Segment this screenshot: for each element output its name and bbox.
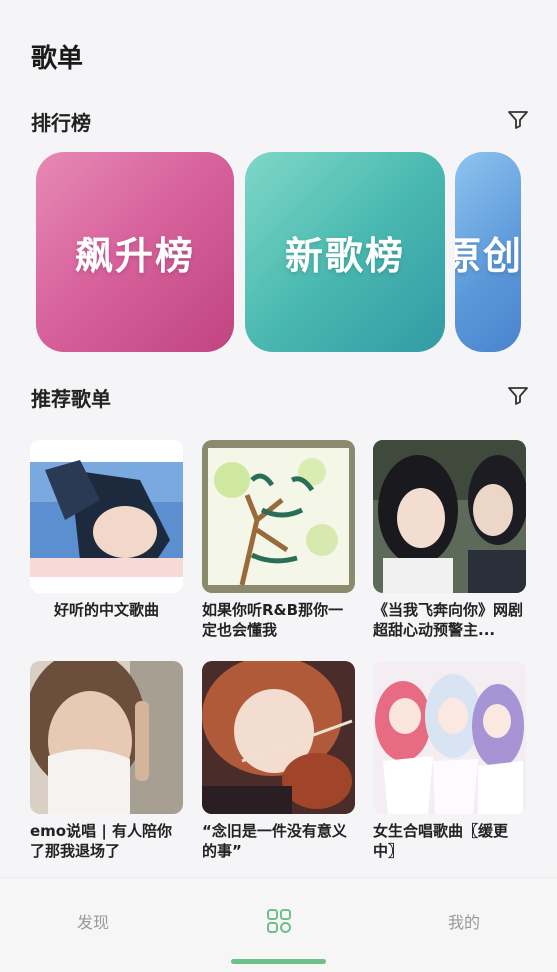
filter-icon: [508, 111, 528, 129]
tab-discover[interactable]: 发现: [0, 878, 186, 964]
page-title: 歌单: [31, 44, 84, 74]
playlist-title: “念旧是一件没有意义的事”: [202, 822, 347, 860]
playlist-card[interactable]: 如果你听R&B那你一定也会懂我: [202, 440, 355, 640]
ranking-card-label: 新歌榜: [284, 233, 405, 278]
ranking-card-soaring[interactable]: 飙升榜: [36, 152, 234, 352]
playlist-card[interactable]: 《当我飞奔向你》网剧超甜心动预警主...: [373, 440, 526, 640]
ranking-section-title: 排行榜: [31, 111, 91, 135]
grid-icon: [267, 909, 291, 933]
playlist-card[interactable]: 好听的中文歌曲: [30, 440, 183, 620]
playlist-card[interactable]: 女生合唱歌曲〖缓更中〗: [373, 661, 526, 861]
tab-label: 我的: [447, 913, 480, 932]
tab-label: 发现: [76, 913, 109, 932]
playlist-cover: [373, 440, 526, 593]
ranking-carousel[interactable]: 飙升榜 新歌榜 原创榜: [0, 152, 557, 354]
playlist-title: 好听的中文歌曲: [53, 601, 159, 619]
ranking-card-original[interactable]: 原创榜: [455, 152, 521, 352]
playlist-title: 女生合唱歌曲〖缓更中〗: [373, 822, 509, 860]
playlist-cover: [202, 440, 355, 593]
playlist-title: 如果你听R&B那你一定也会懂我: [202, 601, 344, 639]
playlist-title: 《当我飞奔向你》网剧超甜心动预警主...: [373, 601, 524, 639]
playlist-cover: [30, 440, 183, 593]
tab-playlists[interactable]: [186, 878, 372, 964]
bottom-tab-bar: 发现 我的: [0, 877, 557, 972]
playlist-cover: [373, 661, 526, 814]
playlist-cover: [30, 661, 183, 814]
ranking-card-label: 原创榜: [455, 233, 521, 278]
playlist-title: emo说唱 | 有人陪你了那我退场了: [30, 822, 173, 860]
ranking-card-new[interactable]: 新歌榜: [245, 152, 445, 352]
filter-icon: [508, 387, 528, 405]
playlist-card[interactable]: emo说唱 | 有人陪你了那我退场了: [30, 661, 183, 861]
ranking-card-label: 飙升榜: [74, 233, 195, 278]
playlist-card[interactable]: “念旧是一件没有意义的事”: [202, 661, 355, 861]
recommended-section-title: 推荐歌单: [31, 387, 111, 411]
active-tab-indicator: [231, 959, 326, 964]
tab-mine[interactable]: 我的: [371, 878, 557, 964]
playlist-cover: [202, 661, 355, 814]
recommended-filter-button[interactable]: [503, 381, 533, 411]
ranking-filter-button[interactable]: [503, 105, 533, 135]
